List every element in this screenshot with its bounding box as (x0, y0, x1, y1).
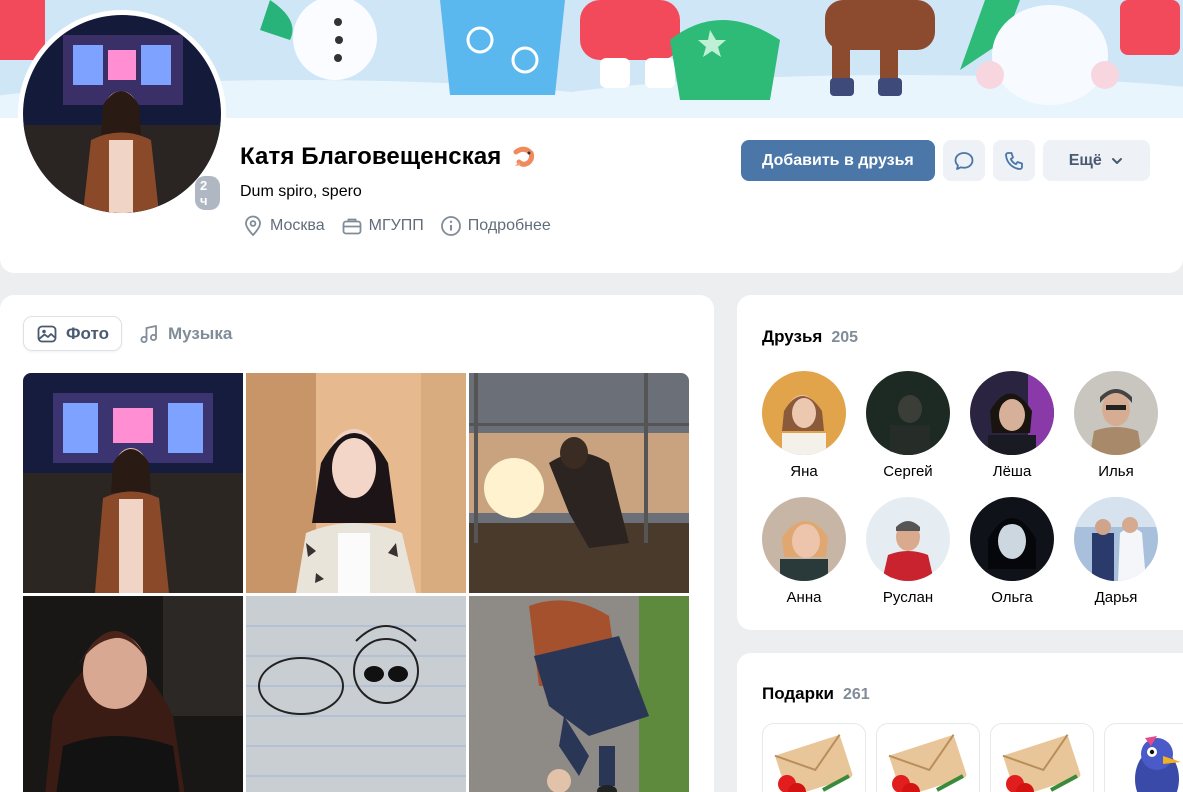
envelope-gift-icon (888, 734, 967, 792)
friends-grid: Яна Сергей Лёша Илья Анна Руслан Ольга Д… (762, 371, 1158, 606)
last-seen-badge: 2 ч (189, 176, 226, 210)
friend-name: Анна (786, 589, 822, 606)
gifts-title: Подарки (762, 684, 834, 703)
add-friend-button[interactable]: Добавить в друзья (741, 140, 935, 181)
gift-item[interactable] (876, 723, 980, 792)
photo-thumbnail[interactable] (469, 373, 689, 593)
gifts-header[interactable]: Подарки 261 (762, 684, 870, 704)
friend-item[interactable]: Ольга (970, 497, 1054, 606)
profile-header: 2 ч Катя Благовещенская Dum spiro, spero… (0, 0, 1183, 273)
shrimp-emoji-icon (513, 146, 535, 167)
friend-item[interactable]: Руслан (866, 497, 950, 606)
tab-music-label: Музыка (167, 323, 233, 343)
friend-name: Дарья (1094, 589, 1138, 606)
media-tabs: Фото Музыка (23, 316, 232, 351)
chevron-down-icon (1111, 157, 1122, 164)
gifts-card: Подарки 261 (737, 653, 1183, 792)
last-seen-text: 2 ч (195, 176, 220, 210)
tab-music[interactable]: Музыка (138, 316, 232, 351)
gift-item[interactable] (762, 723, 866, 792)
friend-avatar[interactable] (1074, 497, 1158, 581)
friend-avatar[interactable] (762, 371, 846, 455)
call-button[interactable] (992, 140, 1035, 181)
gift-item[interactable] (1104, 723, 1183, 792)
friend-name: Лёша (992, 463, 1032, 480)
info-location[interactable]: Москва (242, 215, 325, 237)
more-actions-label: Ещё (1068, 151, 1102, 169)
profile-avatar[interactable]: 2 ч (18, 10, 226, 218)
tab-photos-label: Фото (66, 323, 109, 343)
message-icon (954, 151, 974, 170)
gifts-row (762, 723, 1183, 792)
message-button[interactable] (942, 140, 985, 181)
friend-avatar[interactable] (762, 497, 846, 581)
photo-thumbnail[interactable] (246, 596, 466, 792)
info-more-label: Подробнее (467, 217, 551, 234)
envelope-gift-icon (1002, 734, 1081, 792)
friend-avatar[interactable] (866, 371, 950, 455)
info-more-link[interactable]: Подробнее (440, 215, 551, 237)
photo-thumbnail[interactable] (469, 596, 689, 792)
friend-name: Руслан (882, 589, 934, 606)
photo-icon (37, 325, 57, 342)
friend-item[interactable]: Яна (762, 371, 846, 480)
briefcase-icon (342, 218, 362, 235)
profile-status: Dum spiro, spero (240, 183, 362, 200)
friend-avatar[interactable] (970, 371, 1054, 455)
media-card: Фото Музыка (0, 295, 714, 792)
profile-actions: Добавить в друзья Ещё (741, 140, 1150, 181)
info-icon (440, 216, 461, 236)
friend-name: Сергей (883, 463, 933, 480)
friend-avatar[interactable] (866, 497, 950, 581)
friend-name: Яна (790, 463, 818, 480)
gifts-count: 261 (842, 686, 870, 703)
photo-thumbnail[interactable] (246, 373, 466, 593)
avatar-image[interactable] (23, 15, 221, 213)
friends-count: 205 (831, 329, 859, 346)
friend-item[interactable]: Дарья (1074, 497, 1158, 606)
friend-name: Илья (1098, 463, 1134, 480)
friend-item[interactable]: Илья (1074, 371, 1158, 480)
info-education-label: МГУПП (368, 217, 424, 234)
phone-icon (1004, 151, 1023, 170)
gift-item[interactable] (990, 723, 1094, 792)
music-note-icon (140, 324, 157, 343)
info-education[interactable]: МГУПП (341, 215, 424, 237)
friend-name: Ольга (991, 589, 1033, 606)
tab-photos[interactable]: Фото (23, 316, 122, 351)
location-icon (245, 215, 261, 237)
friends-header[interactable]: Друзья 205 (762, 327, 858, 347)
bird-sticker-gift-icon (1135, 736, 1181, 792)
friend-item[interactable]: Лёша (970, 371, 1054, 480)
profile-name: Катя Благовещенская (240, 143, 502, 170)
friend-item[interactable]: Анна (762, 497, 846, 606)
friends-title: Друзья (762, 327, 823, 346)
envelope-gift-icon (774, 734, 853, 792)
photo-grid (23, 373, 689, 792)
photo-thumbnail[interactable] (23, 373, 243, 593)
photo-thumbnail[interactable] (23, 596, 243, 792)
friends-card: Друзья 205 Яна Сергей Лёша Илья Анна Рус… (737, 295, 1183, 630)
profile-info-row: Москва МГУПП Подробнее (242, 215, 551, 237)
friend-item[interactable]: Сергей (866, 371, 950, 480)
more-actions-button[interactable]: Ещё (1042, 140, 1150, 181)
friend-avatar[interactable] (970, 497, 1054, 581)
info-location-label: Москва (270, 217, 325, 234)
friend-avatar[interactable] (1074, 371, 1158, 455)
